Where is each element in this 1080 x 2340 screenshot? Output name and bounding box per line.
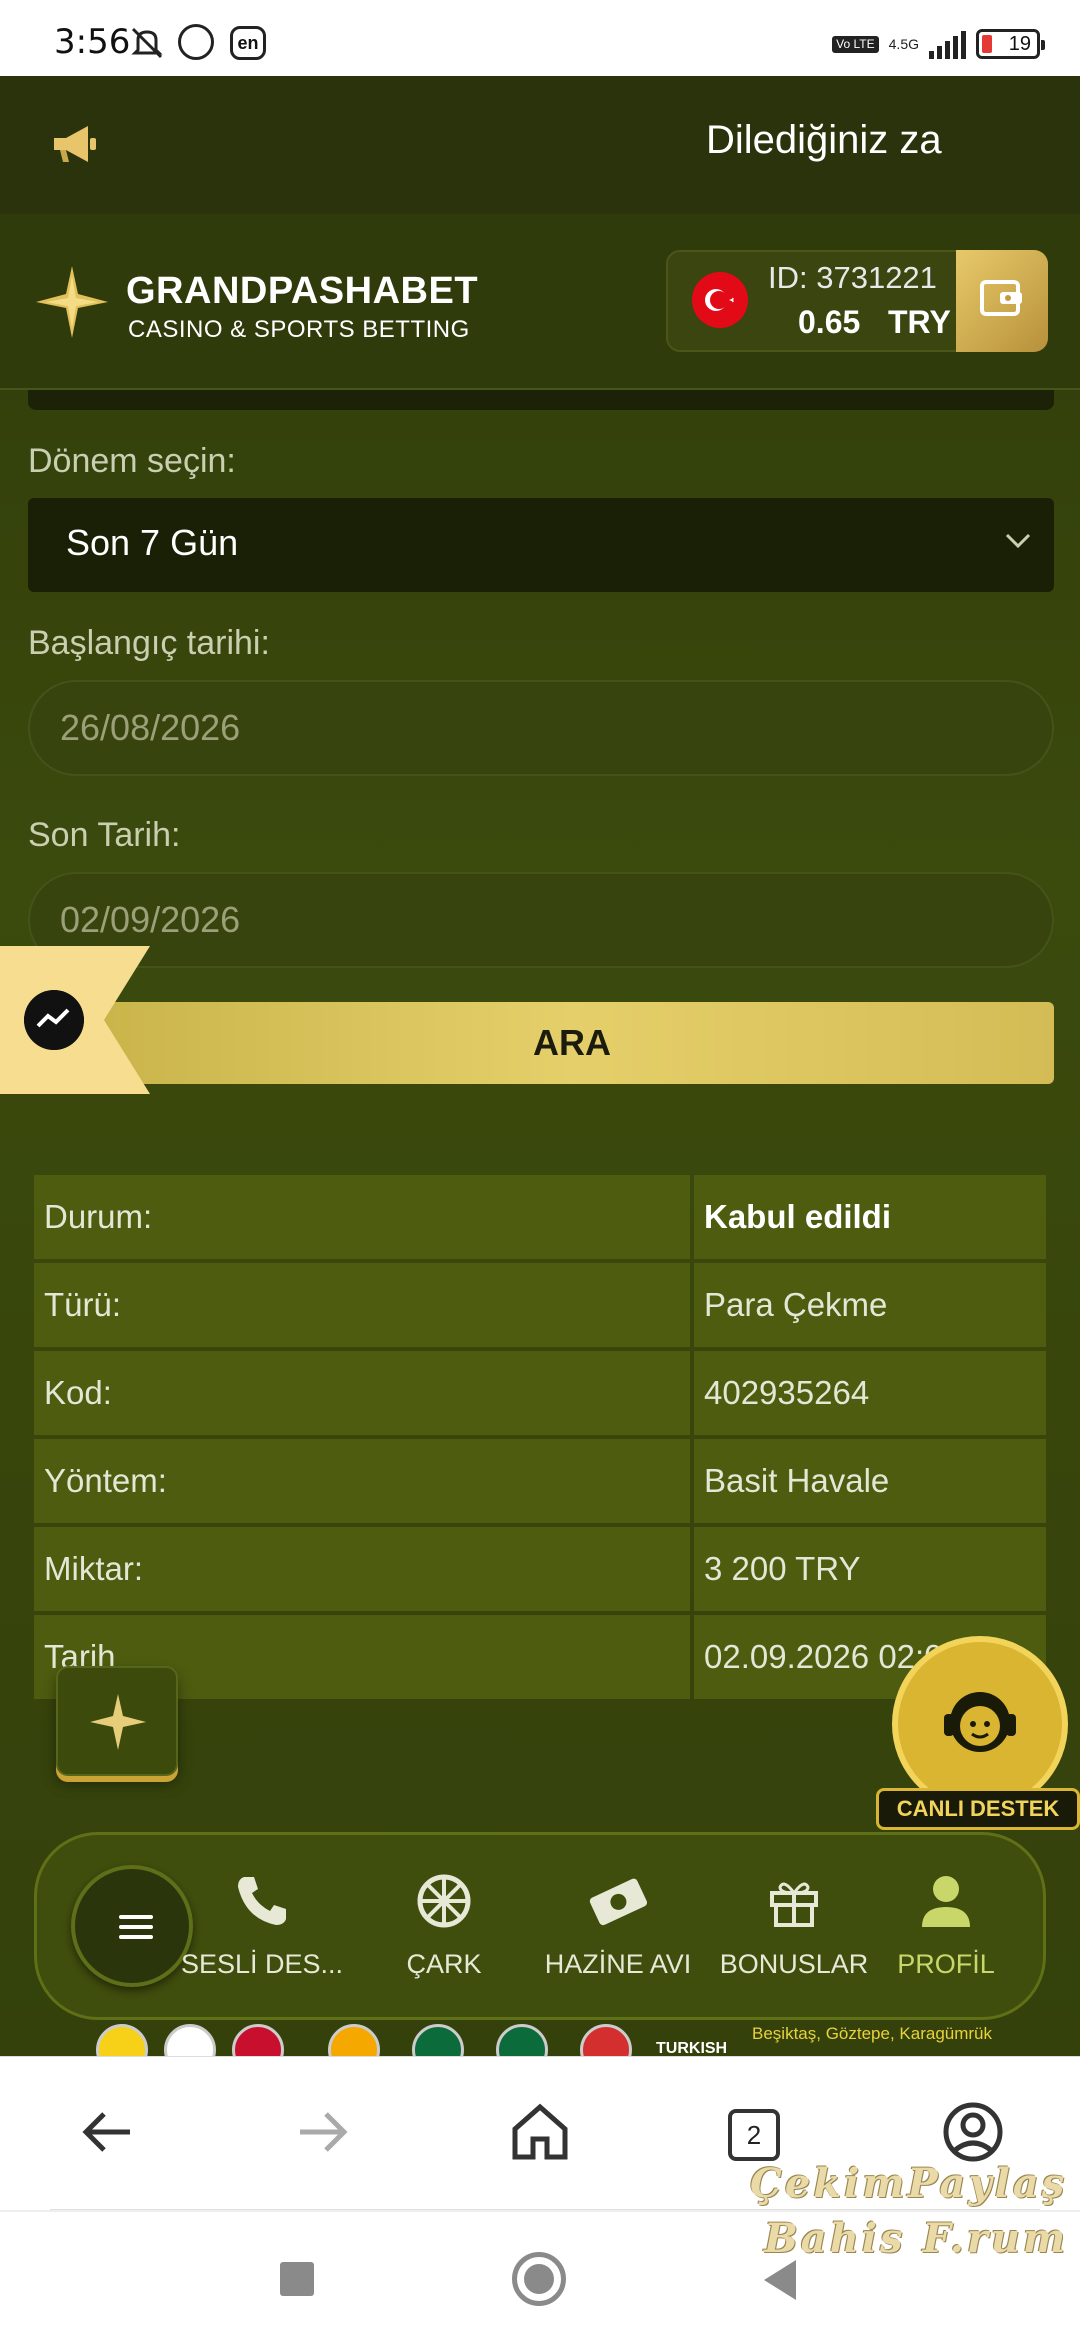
club-logo [328, 2024, 380, 2056]
nav-label: ÇARK [406, 1949, 482, 1979]
nav-label: HAZİNE AVI [544, 1949, 692, 1979]
balance-currency: TRY [888, 304, 951, 340]
site-header: GRANDPASHABET CASINO & SPORTS BETTING ID… [0, 214, 1080, 390]
nav-label: BONUSLAR [719, 1949, 869, 1979]
star-icon [90, 1694, 146, 1750]
nav-item-profile[interactable]: PROFİL [881, 1871, 1011, 1980]
detail-key: Miktar: [34, 1527, 690, 1611]
club-logo [96, 2024, 148, 2056]
money-icon [589, 1878, 648, 1926]
logo-star-icon[interactable] [34, 264, 110, 340]
nav-item-wheel[interactable]: ÇARK [359, 1871, 529, 1980]
nav-label: PROFİL [897, 1949, 995, 1979]
detail-value: 402935264 [694, 1351, 1046, 1435]
announcement-text: Dilediğiniz za [706, 118, 942, 162]
detail-value: Kabul edildi [694, 1175, 1046, 1259]
alarm-icon [178, 24, 214, 60]
messenger-icon [24, 990, 84, 1050]
watermark-line-1: ÇekimPaylaş [750, 2160, 1068, 2207]
period-select-value: Son 7 Gün [66, 522, 239, 563]
brand-tagline: CASINO & SPORTS BETTING [128, 316, 470, 343]
live-support-button[interactable]: CANLI DESTEK [876, 1636, 1080, 1836]
table-row: Kod: 402935264 [34, 1351, 1046, 1435]
end-date-input[interactable]: 02/09/2026 [28, 872, 1054, 968]
turkey-flag-icon [692, 272, 748, 328]
start-date-label: Başlangıç tarihi: [28, 624, 270, 662]
club-logo [580, 2024, 632, 2056]
start-date-input[interactable]: 26/08/2026 [28, 680, 1054, 776]
language-badge: en [230, 26, 266, 60]
live-support-label: CANLI DESTEK [876, 1788, 1080, 1830]
megaphone-icon[interactable] [48, 116, 104, 172]
tabs-button[interactable]: 2 [728, 2109, 780, 2161]
nav-item-voice-support[interactable]: SESLİ DES... [177, 1871, 347, 1980]
announcement-bar: Dilediğiniz za [0, 76, 1080, 214]
club-logo [164, 2024, 216, 2056]
user-icon [922, 1876, 970, 1927]
account-id: ID: 3731221 [768, 260, 937, 295]
table-row: Yöntem: Basit Havale [34, 1439, 1046, 1523]
wallet-button[interactable] [956, 250, 1048, 352]
search-button[interactable]: ARA [90, 1002, 1054, 1084]
battery-icon: 19 [976, 29, 1045, 59]
club-logo [496, 2024, 548, 2056]
balance-amount: 0.65 [798, 304, 861, 340]
home-button[interactable] [512, 2252, 566, 2306]
account-icon[interactable] [938, 2097, 1008, 2167]
home-icon[interactable] [505, 2097, 575, 2167]
account-panel[interactable]: ID: 3731221 0.65 TRY [666, 250, 1048, 352]
signal-icon [929, 29, 966, 59]
home-button-dot [524, 2264, 554, 2294]
forward-arrow-icon[interactable] [288, 2097, 358, 2167]
bottom-navigation: SESLİ DES... ÇARK HAZİNE AVI BONUSLAR PR… [34, 1832, 1046, 2020]
end-date-label: Son Tarih: [28, 816, 181, 854]
brand-name[interactable]: GRANDPASHABET [126, 270, 478, 313]
transaction-details-table: Durum: Kabul edildi Türü: Para Çekme Kod: 4… [30, 1171, 1050, 1703]
sponsor-strip: TURKISH Beşiktaş, Göztepe, Karagümrük [96, 2020, 996, 2056]
watermark-line-2: Bahis F.rum [764, 2215, 1069, 2262]
detail-value: Basit Havale [694, 1439, 1046, 1523]
app-content: Dilediğiniz za GRANDPASHABET CASINO & SP… [0, 76, 1080, 2056]
battery-level: 19 [1008, 33, 1031, 55]
sponsor-clubs-text: Beşiktaş, Göztepe, Karagümrük [752, 2024, 993, 2043]
network-type: 4.5G [888, 36, 919, 52]
detail-key: Durum: [34, 1175, 690, 1259]
volte-badge: Vo LTE [832, 35, 879, 53]
status-bar: 3:56 en Vo LTE 4.5G 19 [0, 0, 1080, 76]
promo-star-button[interactable] [56, 1666, 178, 1776]
club-logo [232, 2024, 284, 2056]
phone-icon [238, 1877, 286, 1925]
menu-button[interactable] [71, 1865, 193, 1987]
period-select[interactable]: Son 7 Gün [28, 498, 1054, 592]
club-logo [412, 2024, 464, 2056]
table-row: Durum: Kabul edildi [34, 1175, 1046, 1259]
headset-agent-icon [944, 1692, 1016, 1752]
clock: 3:56 [54, 22, 131, 62]
detail-value: Para Çekme [694, 1263, 1046, 1347]
table-row: Miktar: 3 200 TRY [34, 1527, 1046, 1611]
wallet-icon [980, 280, 1022, 316]
gift-icon [770, 1882, 818, 1927]
detail-value: 3 200 TRY [694, 1527, 1046, 1611]
period-label: Dönem seçin: [28, 442, 236, 480]
nav-label: SESLİ DES... [180, 1949, 344, 1979]
chevron-down-icon [1005, 533, 1031, 549]
detail-key: Kod: [34, 1351, 690, 1435]
table-row: Türü: Para Çekme [34, 1263, 1046, 1347]
messenger-tab[interactable] [0, 946, 150, 1094]
wheel-icon [417, 1874, 471, 1928]
previous-field-edge [28, 390, 1054, 410]
back-arrow-icon[interactable] [72, 2097, 142, 2167]
detail-key: Türü: [34, 1263, 690, 1347]
sponsor-brand: TURKISH [656, 2040, 728, 2056]
nav-item-bonuses[interactable]: BONUSLAR [709, 1871, 879, 1980]
recents-button[interactable] [280, 2262, 314, 2296]
detail-key: Yöntem: [34, 1439, 690, 1523]
mute-icon [131, 27, 163, 59]
watermark: ÇekimPaylaş Bahis F.rum [750, 2160, 1080, 2290]
nav-item-treasure-hunt[interactable]: HAZİNE AVI [533, 1871, 703, 1980]
